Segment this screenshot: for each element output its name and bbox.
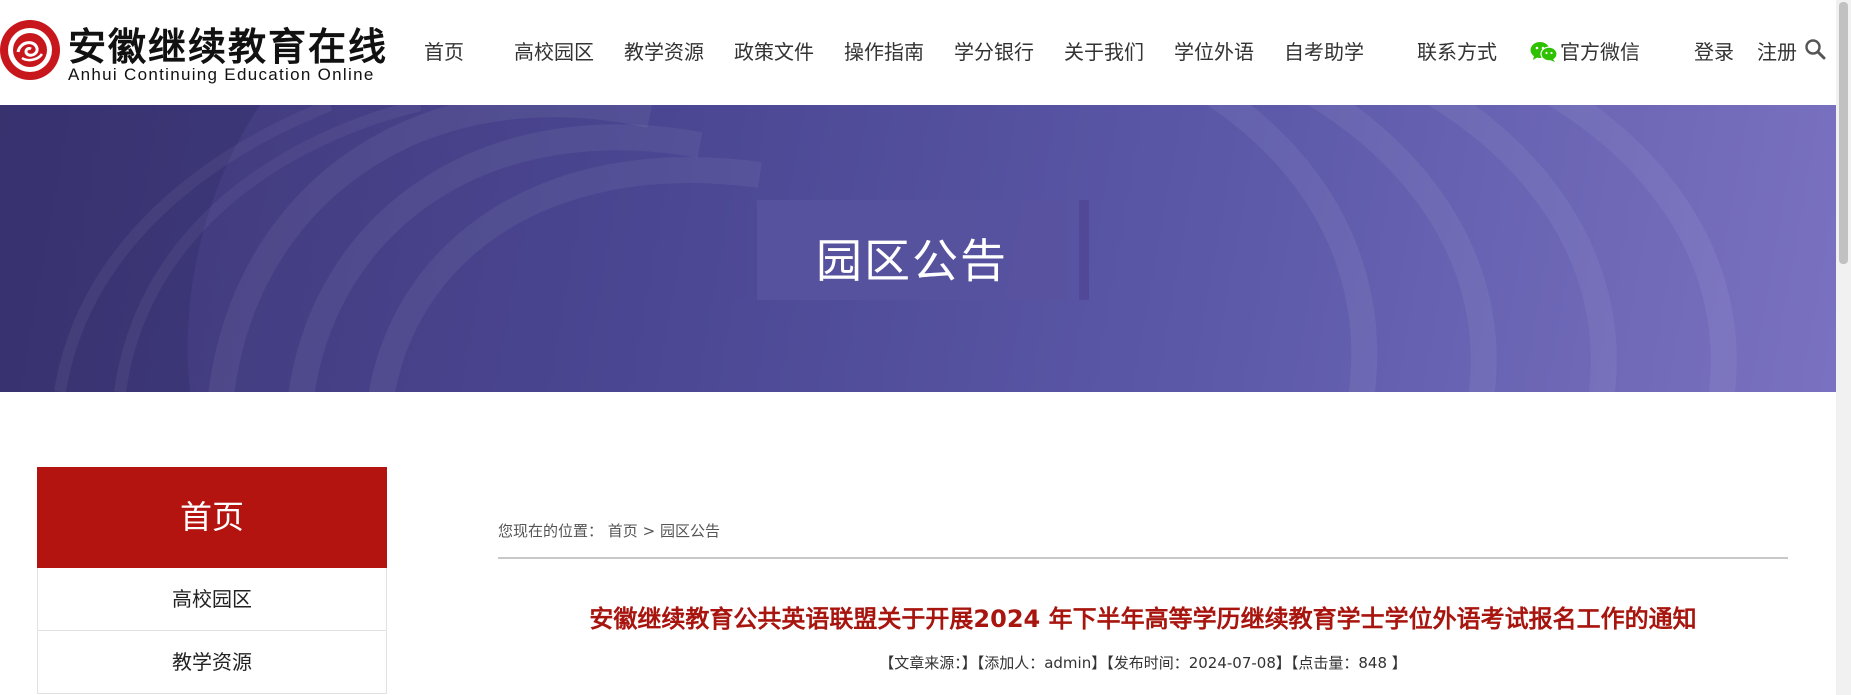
breadcrumb: 您现在的位置： 首页 > 园区公告 [498, 520, 1788, 541]
nav-item-resources[interactable]: 教学资源 [624, 36, 704, 65]
breadcrumb-prefix: 您现在的位置： [498, 522, 604, 540]
login-link[interactable]: 登录 [1694, 36, 1734, 65]
nav-item-home[interactable]: 首页 [424, 36, 464, 65]
nav-item-degree-language[interactable]: 学位外语 [1174, 36, 1254, 65]
sidebar: 首页 高校园区 教学资源 [37, 467, 387, 694]
breadcrumb-current[interactable]: 园区公告 [660, 522, 720, 540]
article-title: 安徽继续教育公共英语联盟关于开展2024 年下半年高等学历继续教育学士学位外语考… [589, 605, 1697, 633]
main-nav: 首页 高校园区 教学资源 政策文件 操作指南 学分银行 关于我们 学位外语 自考… [0, 0, 1836, 100]
nav-item-contact[interactable]: 联系方式 [1417, 36, 1497, 65]
banner-title: 园区公告 [816, 234, 1008, 288]
sidebar-item-resources[interactable]: 教学资源 [37, 631, 387, 694]
search-icon[interactable] [1804, 38, 1826, 60]
nav-item-credit-bank[interactable]: 学分银行 [954, 36, 1034, 65]
page-scrollbar[interactable] [1836, 0, 1851, 695]
scrollbar-thumb[interactable] [1839, 2, 1848, 264]
breadcrumb-separator: > [642, 522, 656, 540]
page-banner: 园区公告 [0, 105, 1836, 392]
nav-item-guide[interactable]: 操作指南 [844, 36, 924, 65]
nav-item-about[interactable]: 关于我们 [1064, 36, 1144, 65]
article-meta: 【文章来源：】【添加人：admin】【发布时间：2024-07-08】【点击量：… [879, 654, 1407, 672]
nav-item-campus[interactable]: 高校园区 [514, 36, 594, 65]
register-link[interactable]: 注册 [1757, 36, 1797, 65]
nav-item-wechat[interactable]: 官方微信 [1530, 36, 1640, 65]
nav-item-policy[interactable]: 政策文件 [734, 36, 814, 65]
sidebar-header-home[interactable]: 首页 [37, 467, 387, 568]
site-header: 安徽继续教育在线 Anhui Continuing Education Onli… [0, 0, 1836, 105]
breadcrumb-home-link[interactable]: 首页 [608, 522, 638, 540]
nav-wechat-label: 官方微信 [1560, 40, 1640, 64]
nav-item-self-study[interactable]: 自考助学 [1284, 36, 1364, 65]
sidebar-item-campus[interactable]: 高校园区 [37, 568, 387, 631]
article-content: 您现在的位置： 首页 > 园区公告 安徽继续教育公共英语联盟关于开展2024 年… [498, 520, 1788, 673]
breadcrumb-divider [498, 557, 1788, 559]
wechat-icon [1530, 42, 1558, 62]
